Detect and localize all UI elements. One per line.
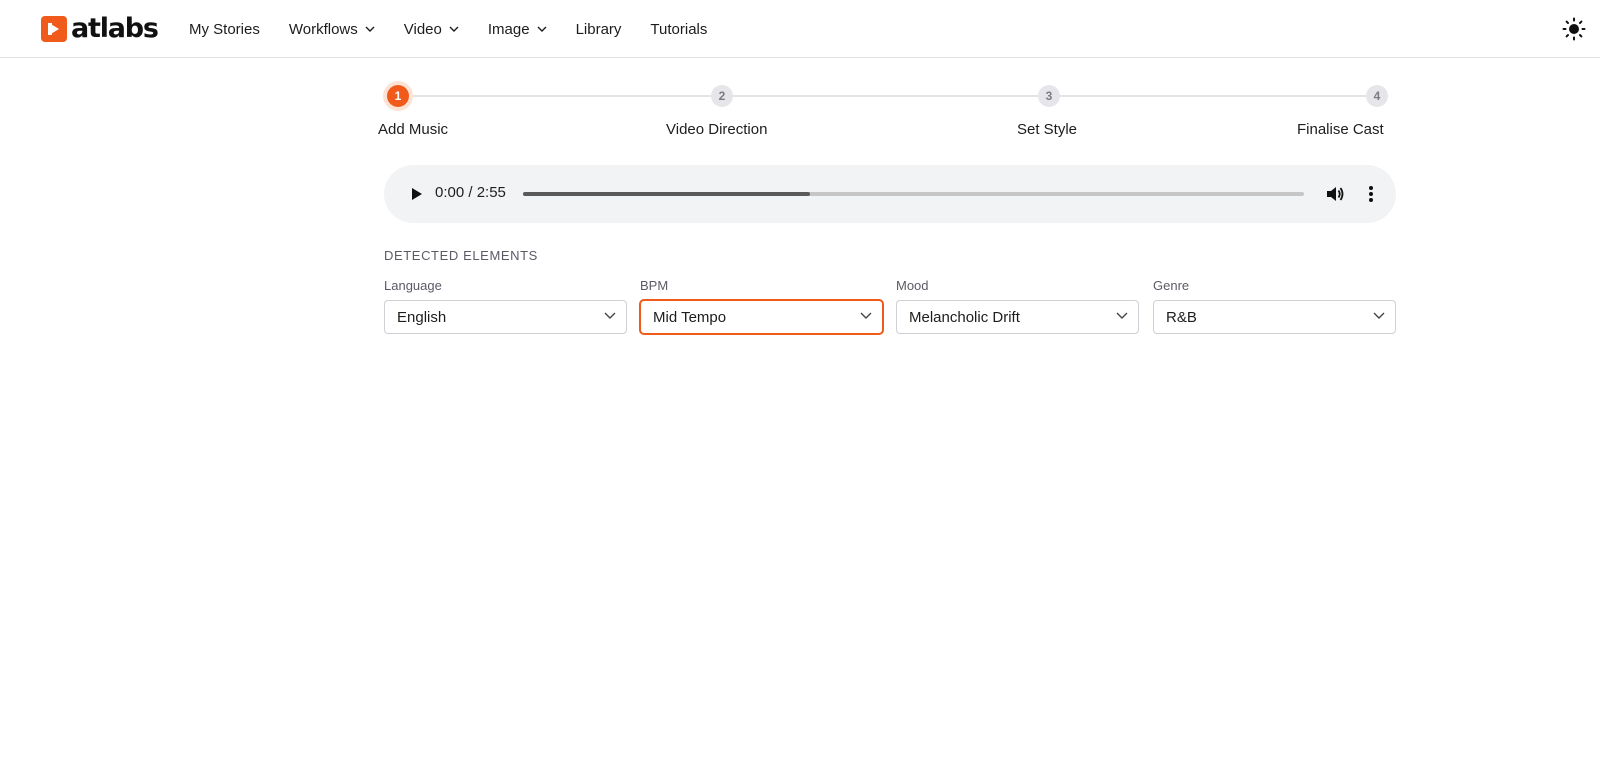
brand-logo[interactable]: atlabs [41,13,159,44]
brand-name: atlabs [71,13,159,44]
logo-play-icon [41,16,67,42]
field-label: Mood [896,278,929,293]
select-value: Mid Tempo [653,309,727,326]
main-nav: My Stories Workflows Video Image Library… [189,0,736,58]
step-label: Add Music [378,121,449,138]
chevron-down-icon [449,26,459,32]
step-number-badge: 4 [1366,85,1388,107]
step-number-badge: 3 [1038,85,1060,107]
bpm-select[interactable]: Mid Tempo [640,300,883,334]
nav-my-stories[interactable]: My Stories [189,21,260,38]
chevron-down-icon [604,312,616,319]
nav-label: Video [403,20,442,38]
nav-library[interactable]: Library [576,21,622,38]
time-display: 0:00 / 2:55 [435,184,506,201]
field-label: Language [384,278,442,293]
step-label: Video Direction [666,121,768,138]
volume-icon[interactable] [1324,183,1346,205]
step-number-badge: 2 [711,85,733,107]
play-icon[interactable] [406,184,426,204]
nav-label: My Stories [189,20,260,38]
more-vertical-icon[interactable] [1360,183,1382,205]
mood-select[interactable]: Melancholic Drift [896,300,1139,334]
seek-bar[interactable] [523,192,1304,196]
detected-elements-heading: DETECTED ELEMENTS [384,248,538,263]
select-value: English [397,309,447,326]
step-label: Set Style [1017,121,1078,138]
stepper-track [398,95,1382,97]
nav-label: Image [487,20,530,38]
genre-select[interactable]: R&B [1153,300,1396,334]
genre-field: Genre R&B [1153,278,1396,334]
select-value: Melancholic Drift [909,309,1020,326]
seek-bar-progress [523,192,810,196]
sun-icon[interactable] [1562,17,1586,41]
step-label: Finalise Cast [1297,121,1384,138]
progress-stepper: 1 Add Music 2 Video Direction 3 Set Styl… [378,82,1396,142]
chevron-down-icon [537,26,547,32]
chevron-down-icon [365,26,375,32]
nav-label: Tutorials [650,20,708,38]
step-number-badge: 1 [387,85,409,107]
nav-image[interactable]: Image [488,21,547,38]
nav-label: Workflows [288,20,358,38]
chevron-down-icon [1373,312,1385,319]
nav-video[interactable]: Video [404,21,459,38]
field-label: Genre [1153,278,1190,293]
mood-field: Mood Melancholic Drift [896,278,1139,334]
select-value: R&B [1166,309,1197,326]
top-navigation-bar: atlabs My Stories Workflows Video Image … [0,0,1600,58]
nav-label: Library [575,20,622,38]
language-field: Language English [384,278,627,334]
bpm-field: BPM Mid Tempo [640,278,883,334]
chevron-down-icon [1116,312,1128,319]
audio-player: 0:00 / 2:55 [384,165,1396,223]
field-label: BPM [640,278,669,293]
nav-workflows[interactable]: Workflows [289,21,375,38]
language-select[interactable]: English [384,300,627,334]
nav-tutorials[interactable]: Tutorials [650,21,707,38]
chevron-down-icon [860,312,872,319]
